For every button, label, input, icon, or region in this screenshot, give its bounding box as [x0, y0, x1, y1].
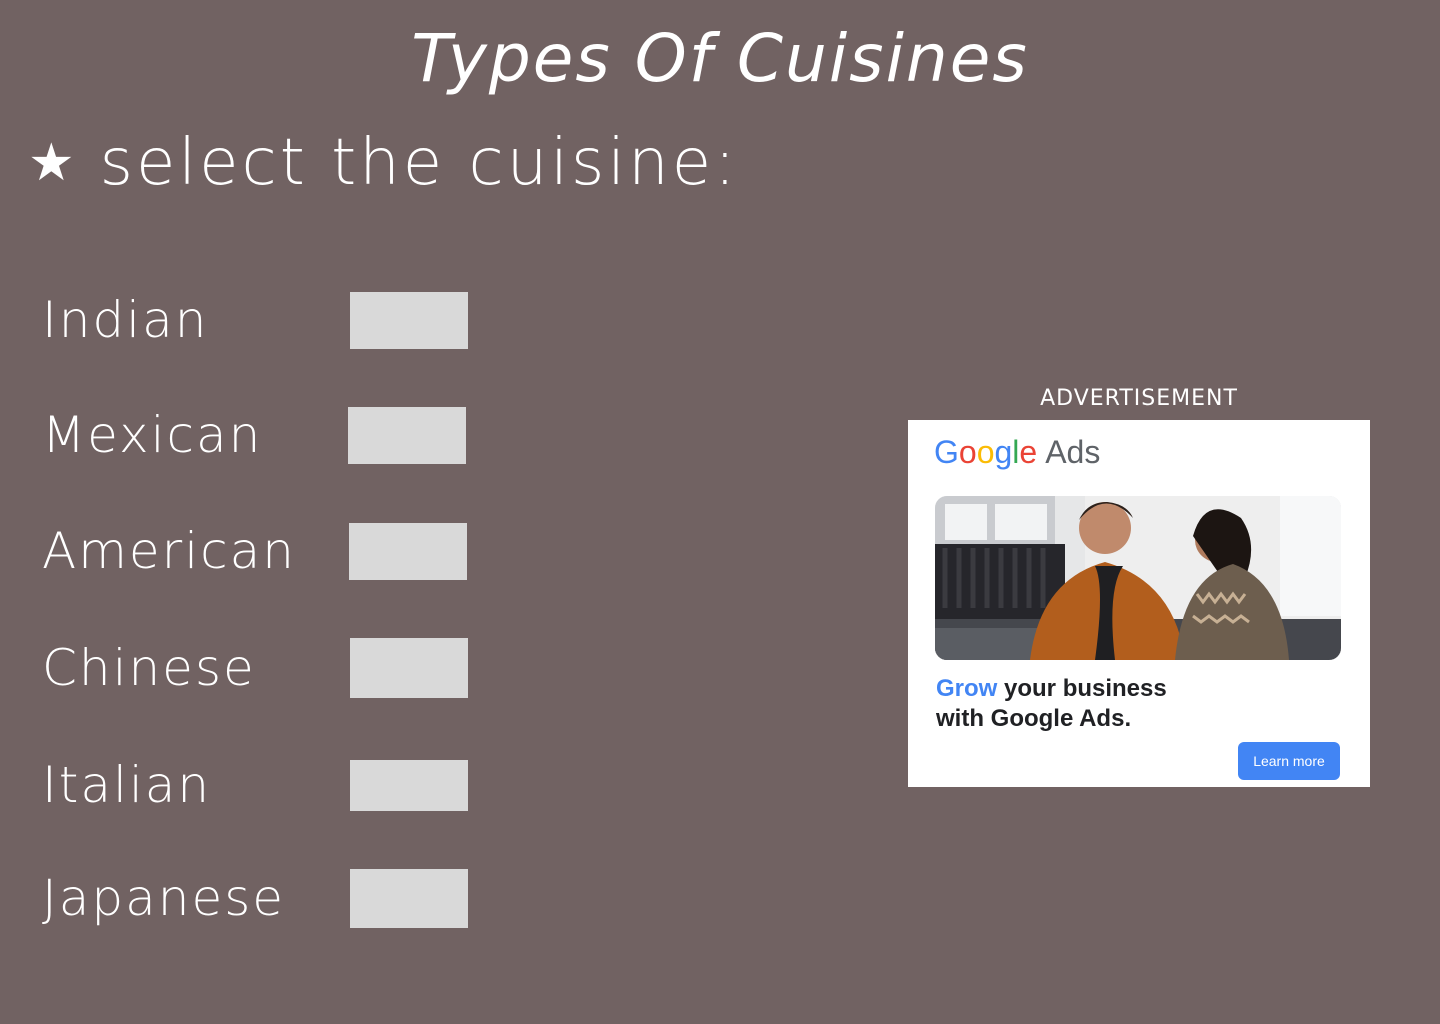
cuisine-select-mexican[interactable] [348, 406, 466, 464]
cuisine-label: Indian [42, 291, 209, 349]
cuisine-row-italian: Italian [42, 755, 468, 815]
cuisine-prompt: ★ select the cuisine: [28, 118, 739, 208]
star-icon: ★ [28, 133, 78, 193]
cuisine-label: American [42, 522, 296, 580]
cuisine-label: Italian [42, 756, 212, 814]
cuisine-select-japanese[interactable] [350, 868, 468, 928]
cuisine-label: Japanese [42, 869, 286, 927]
cuisine-label: Mexican [42, 406, 263, 464]
cuisine-select-chinese[interactable] [350, 638, 468, 698]
ad-logo-ads: Ads [1045, 434, 1101, 470]
ad-photo [935, 496, 1341, 660]
cuisine-select-indian[interactable] [350, 291, 468, 349]
ad-headline-line1: your business [997, 675, 1167, 702]
cuisine-row-indian: Indian [42, 290, 468, 350]
cuisine-row-chinese: Chinese [42, 638, 468, 698]
advertisement-banner[interactable]: Google Ads Grow your business with Googl… [908, 420, 1370, 787]
prompt-text: select the cuisine: [99, 126, 739, 200]
learn-more-button[interactable]: Learn more [1238, 742, 1340, 780]
ad-photo-illustration [935, 496, 1341, 660]
ad-headline-line2: with Google Ads. [936, 705, 1132, 732]
advertisement-label: ADVERTISEMENT [1040, 386, 1238, 411]
ad-headline: Grow your business with Google Ads. [936, 674, 1167, 734]
cuisine-select-italian[interactable] [350, 759, 468, 811]
cuisine-select-american[interactable] [349, 522, 467, 580]
google-ads-logo: Google Ads [934, 434, 1101, 470]
page-title: Types Of Cuisines [411, 20, 1029, 97]
cuisine-row-american: American [42, 521, 467, 581]
cuisine-row-mexican: Mexican [42, 405, 466, 465]
page: Types Of Cuisines ★ select the cuisine: … [0, 0, 1440, 1024]
cuisine-row-japanese: Japanese [42, 868, 468, 928]
ad-headline-highlight: Grow [936, 675, 998, 702]
cuisine-label: Chinese [42, 639, 256, 697]
